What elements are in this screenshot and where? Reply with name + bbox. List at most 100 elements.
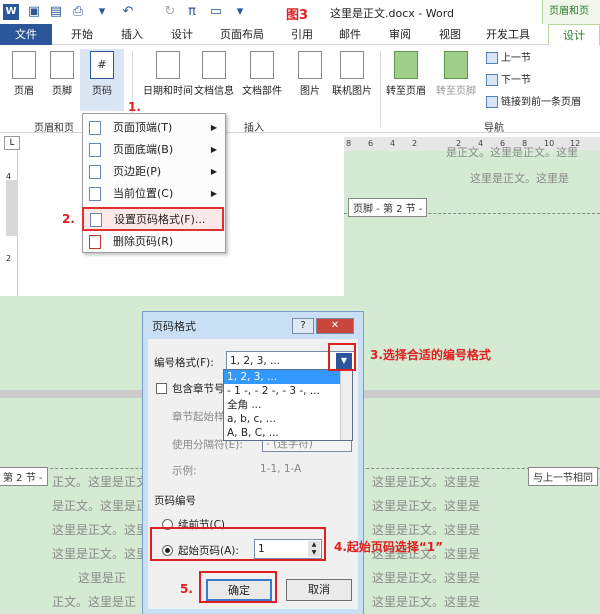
annotation-step-2: 2.	[62, 212, 75, 226]
numbering-section-label: 页码编号	[154, 495, 196, 507]
vruler-num: 2	[6, 254, 12, 263]
next-section-icon	[486, 74, 498, 86]
group-label-insert: 插入	[244, 123, 264, 134]
dropdown-icon[interactable]: ▾	[94, 4, 110, 20]
document-title: 这里是正文.docx - Word	[330, 7, 455, 20]
help-button[interactable]: ?	[292, 318, 314, 334]
menu-item-page-margins[interactable]: 页边距(P) ▶	[83, 161, 225, 183]
cancel-button[interactable]: 取消	[286, 579, 352, 601]
format-page-number-icon	[90, 213, 102, 227]
page-number-button[interactable]: # 页码	[80, 49, 124, 111]
number-format-options: 1, 2, 3, ... - 1 -, - 2 -, - 3 -, ... 全角…	[223, 369, 353, 441]
group-label-hf: 页眉和页	[34, 123, 74, 134]
header-section-tag: 第 2 节 -	[0, 467, 48, 486]
link-previous-button[interactable]: 链接到前一条页眉	[486, 95, 581, 111]
tab-references[interactable]: 引用	[284, 24, 320, 45]
goto-header-label: 转至页眉	[386, 86, 426, 97]
tab-context-design[interactable]: 设计	[548, 24, 600, 45]
page-margin-icon	[89, 165, 101, 179]
docparts-label: 文档部件	[242, 86, 282, 97]
picture-label: 图片	[300, 86, 320, 97]
goto-footer-icon	[444, 51, 468, 79]
tab-file[interactable]: 文件	[0, 24, 52, 45]
submenu-arrow-icon: ▶	[210, 167, 217, 176]
close-button[interactable]: ✕	[316, 318, 354, 334]
ruler-num: 2	[412, 139, 418, 148]
undo-icon[interactable]: ↶	[120, 4, 136, 20]
tab-home[interactable]: 开始	[64, 24, 100, 45]
footer-button[interactable]: 页脚	[40, 49, 84, 111]
docparts-button[interactable]: 文档部件	[240, 49, 284, 111]
menu-item-current-position[interactable]: 当前位置(C) ▶	[83, 183, 225, 205]
tab-layout[interactable]: 页面布局	[214, 24, 270, 45]
docinfo-button[interactable]: 文档信息	[192, 49, 236, 111]
footer-label: 页脚	[52, 86, 72, 97]
annotation-box-4	[150, 527, 326, 561]
options-scrollbar[interactable]	[340, 370, 352, 440]
tab-mailings[interactable]: 邮件	[332, 24, 368, 45]
format-option[interactable]: - 1 -, - 2 -, - 3 -, ...	[224, 384, 352, 398]
next-section-label: 下一节	[501, 75, 531, 86]
ruler-num: 4	[390, 139, 396, 148]
current-position-icon	[89, 187, 101, 201]
goto-header-icon	[394, 51, 418, 79]
ribbon-tabs: 文件 开始 插入 设计 页面布局 引用 邮件 审阅 视图 开发工具 设计	[0, 24, 600, 45]
example-label: 示例:	[172, 465, 197, 477]
window-icon[interactable]: ▭	[208, 4, 224, 20]
menu-item-remove-page-numbers[interactable]: 删除页码(R)	[83, 231, 225, 253]
format-option[interactable]: 全角 ...	[224, 398, 352, 412]
same-as-previous-tag: 与上一节相同	[528, 467, 598, 486]
save-as-icon[interactable]: ▤	[48, 4, 64, 20]
tab-selector[interactable]: L	[4, 136, 20, 150]
page-top-icon	[89, 121, 101, 135]
prev-section-button[interactable]: 上一节	[486, 51, 531, 67]
header-label: 页眉	[14, 86, 34, 97]
goto-header-button[interactable]: 转至页眉	[384, 49, 428, 111]
datetime-label: 日期和时间	[143, 86, 193, 97]
goto-footer-label: 转至页脚	[436, 86, 476, 97]
goto-footer-button[interactable]: 转至页脚	[434, 49, 478, 111]
equation-icon[interactable]: π	[184, 4, 200, 20]
page-number-icon: #	[90, 51, 114, 79]
header-icon	[12, 51, 36, 79]
next-section-button[interactable]: 下一节	[486, 73, 531, 89]
page-bottom-icon	[89, 143, 101, 157]
docparts-icon	[250, 51, 274, 79]
ruler-num: 6	[368, 139, 374, 148]
redo-icon[interactable]: ↻	[162, 4, 178, 20]
tab-design[interactable]: 设计	[164, 24, 200, 45]
annotation-step-5: 5.	[180, 582, 193, 596]
online-picture-button[interactable]: 联机图片	[330, 49, 374, 111]
context-tab-title: 页眉和页	[542, 0, 600, 24]
annotation-step-4: 4.起始页码选择“1”	[334, 540, 444, 554]
menu-item-format-page-numbers[interactable]: 设置页码格式(F)...	[82, 207, 224, 231]
tab-view[interactable]: 视图	[432, 24, 468, 45]
save-icon[interactable]: ▣	[26, 4, 42, 20]
body-line: 这里是正	[78, 571, 127, 585]
print-icon[interactable]: ⎙	[70, 4, 86, 20]
menu-item-label: 页面底端(B)	[113, 143, 174, 156]
tab-developer[interactable]: 开发工具	[480, 24, 536, 45]
calendar-icon	[156, 51, 180, 79]
body-text: 是正文。这里是正文。这里	[446, 146, 578, 159]
customize-icon[interactable]: ▾	[232, 4, 248, 20]
group-label-nav: 导航	[484, 123, 504, 134]
tab-insert[interactable]: 插入	[114, 24, 150, 45]
picture-button[interactable]: 图片	[288, 49, 332, 111]
picture-icon	[298, 51, 322, 79]
format-option[interactable]: A, B, C, ...	[224, 426, 352, 440]
menu-item-bottom-of-page[interactable]: 页面底端(B) ▶	[83, 139, 225, 161]
format-option[interactable]: 1, 2, 3, ...	[224, 370, 352, 384]
menu-item-label: 页面顶端(T)	[113, 121, 173, 134]
number-format-value: 1, 2, 3, ...	[230, 355, 281, 367]
page-number-menu: 页面顶端(T) ▶ 页面底端(B) ▶ 页边距(P) ▶ 当前位置(C) ▶ 设置页码格…	[82, 113, 226, 253]
tab-review[interactable]: 审阅	[382, 24, 418, 45]
submenu-arrow-icon: ▶	[210, 145, 217, 154]
word-logo-icon: W	[3, 4, 19, 20]
menu-item-label: 页边距(P)	[113, 165, 162, 178]
menu-item-top-of-page[interactable]: 页面顶端(T) ▶	[83, 117, 225, 139]
datetime-button[interactable]: 日期和时间	[140, 49, 196, 111]
format-option[interactable]: a, b, c, ...	[224, 412, 352, 426]
include-chapter-checkbox[interactable]	[156, 383, 167, 394]
online-picture-icon	[340, 51, 364, 79]
